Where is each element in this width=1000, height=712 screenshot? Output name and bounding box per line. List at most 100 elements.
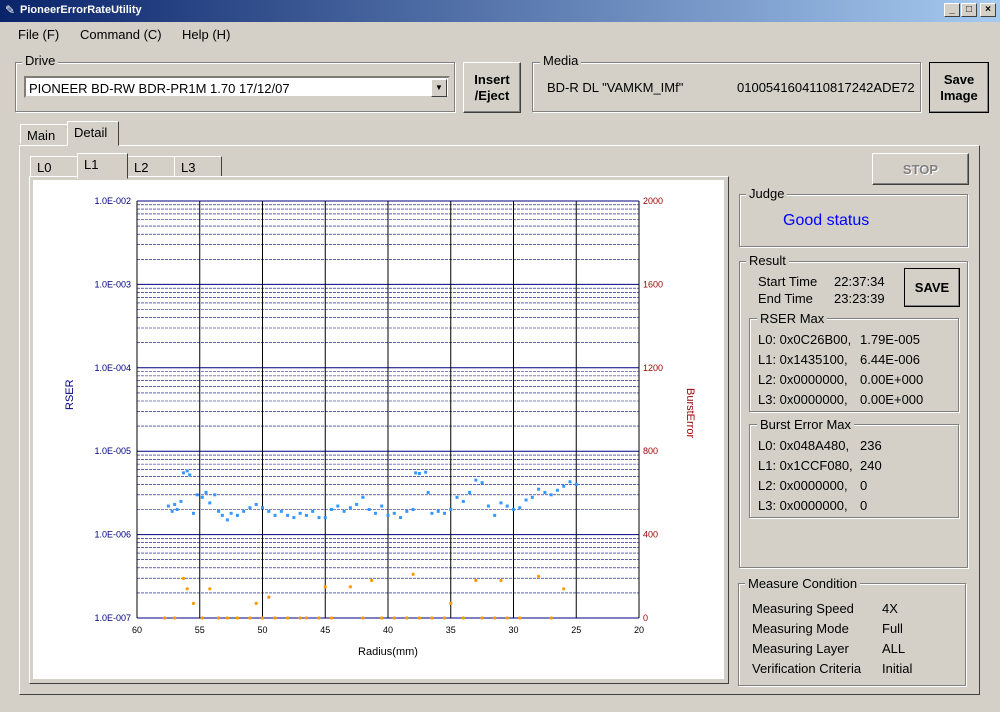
rser-point	[405, 509, 409, 513]
burst-max-value: 236	[860, 438, 882, 453]
rser-point	[235, 513, 239, 517]
media-id: 0100541604110817242ADE72	[737, 80, 915, 95]
rser-point	[392, 511, 396, 515]
save-button[interactable]: SAVE	[904, 268, 960, 307]
maximize-button[interactable]: □	[961, 3, 977, 17]
tab-l1[interactable]: L1	[77, 153, 128, 179]
burst-max-value: 0	[860, 498, 868, 513]
rser-point	[273, 513, 277, 517]
burst-error-point	[474, 578, 478, 583]
y-right-tick-label: 1600	[643, 279, 663, 289]
burst-error-point	[260, 616, 265, 620]
burst-max-label: Burst Error Max	[757, 417, 855, 432]
burst-error-point	[411, 572, 415, 576]
chart-area: 1.0E-002 1.0E-003 1.0E-004 1.0E-005 1.0E-006…	[33, 180, 724, 679]
burst-error-point	[361, 616, 365, 620]
rser-point	[436, 509, 440, 513]
burst-error-point	[254, 601, 258, 606]
tab-detail-label: Detail	[74, 125, 108, 140]
rser-point	[461, 499, 465, 503]
rser-point	[317, 516, 321, 520]
burst-error-point	[405, 616, 409, 620]
chevron-down-icon[interactable]: ▼	[431, 79, 447, 97]
x-tick-label: 45	[320, 625, 330, 635]
rser-point	[292, 516, 296, 520]
burst-error-point	[181, 576, 186, 580]
rser-point	[261, 506, 264, 510]
menu-command[interactable]: Command (C)	[80, 27, 162, 42]
rser-point	[208, 501, 212, 505]
burst-error-point	[208, 587, 212, 591]
rser-point	[414, 471, 418, 475]
result-group	[739, 261, 968, 568]
rser-point	[499, 501, 503, 505]
tab-detail[interactable]: Detail	[67, 121, 119, 146]
start-time-value: 22:37:34	[834, 274, 885, 289]
insert-eject-label-1: Insert	[474, 71, 510, 87]
tab-l0[interactable]: L0	[30, 156, 78, 177]
burst-error-point	[267, 595, 271, 599]
rser-point	[524, 498, 528, 502]
save-image-label-1: Save	[943, 71, 975, 87]
rser-point	[185, 469, 189, 473]
x-tick-label: 50	[257, 625, 267, 635]
tab-l2[interactable]: L2	[127, 156, 175, 177]
tab-l2-label: L2	[134, 160, 149, 175]
rser-max-address: L3: 0x0000000,	[758, 392, 848, 407]
tab-l0-label: L0	[37, 160, 52, 175]
save-image-button[interactable]: Save Image	[929, 62, 989, 113]
window-title: PioneerErrorRateUtility	[20, 4, 142, 16]
rser-point	[373, 511, 377, 515]
result-label: Result	[746, 253, 789, 268]
rser-point	[442, 511, 446, 515]
rser-point	[386, 513, 390, 517]
rser-point	[455, 495, 459, 499]
minimize-button[interactable]: _	[944, 3, 960, 17]
stop-button[interactable]: STOP	[872, 153, 969, 185]
x-tick-label: 60	[132, 625, 142, 635]
rser-point	[217, 509, 221, 513]
burst-error-point	[499, 578, 503, 583]
drive-select[interactable]: PIONEER BD-RW BDR-PR1M 1.70 17/12/07 ▼	[24, 76, 450, 98]
y-right-tick-label: 800	[643, 446, 658, 456]
close-button[interactable]: ×	[980, 3, 996, 17]
burst-error-point	[185, 587, 189, 591]
app-icon: ✎	[4, 3, 16, 17]
burst-error-point	[235, 616, 239, 620]
rser-point	[518, 506, 522, 510]
rser-max-address: L0: 0x0C26B00,	[758, 332, 852, 347]
burst-error-point	[225, 616, 229, 620]
media-type: BD-R DL "VAMKM_IMf"	[547, 80, 684, 95]
rser-point	[304, 513, 308, 517]
burst-error-point	[505, 616, 509, 620]
burst-error-point	[480, 616, 484, 620]
measure-condition-key: Measuring Layer	[752, 641, 849, 656]
stop-button-label: STOP	[902, 161, 939, 177]
burst-error-point	[430, 616, 434, 620]
rser-point	[417, 472, 421, 476]
insert-eject-button[interactable]: Insert /Eject	[463, 62, 521, 113]
rser-point	[279, 509, 283, 513]
tab-main-label: Main	[27, 128, 56, 143]
measure-condition-value: Initial	[882, 661, 913, 676]
rser-point	[449, 507, 453, 511]
burst-error-point	[537, 574, 541, 578]
rser-point	[361, 495, 365, 499]
title-bar: ✎ PioneerErrorRateUtility _ □ ×	[0, 0, 1000, 22]
burst-error-point	[216, 616, 221, 620]
rser-point	[411, 507, 415, 511]
save-image-label-2: Image	[940, 87, 978, 103]
menu-help[interactable]: Help (H)	[182, 27, 230, 42]
y-left-tick-label: 1.0E-003	[94, 279, 131, 289]
tab-l3[interactable]: L3	[174, 156, 222, 177]
burst-error-point	[298, 616, 302, 620]
rser-max-value: 0.00E+000	[860, 392, 924, 407]
burst-error-point	[317, 616, 321, 620]
rser-point	[200, 495, 204, 499]
y-left-tick-label: 1.0E-002	[94, 196, 131, 206]
burst-error-point	[449, 601, 453, 606]
rser-point	[380, 504, 384, 508]
tab-main[interactable]: Main	[20, 124, 68, 144]
menu-file[interactable]: File (F)	[18, 27, 59, 42]
rser-point	[537, 487, 541, 491]
